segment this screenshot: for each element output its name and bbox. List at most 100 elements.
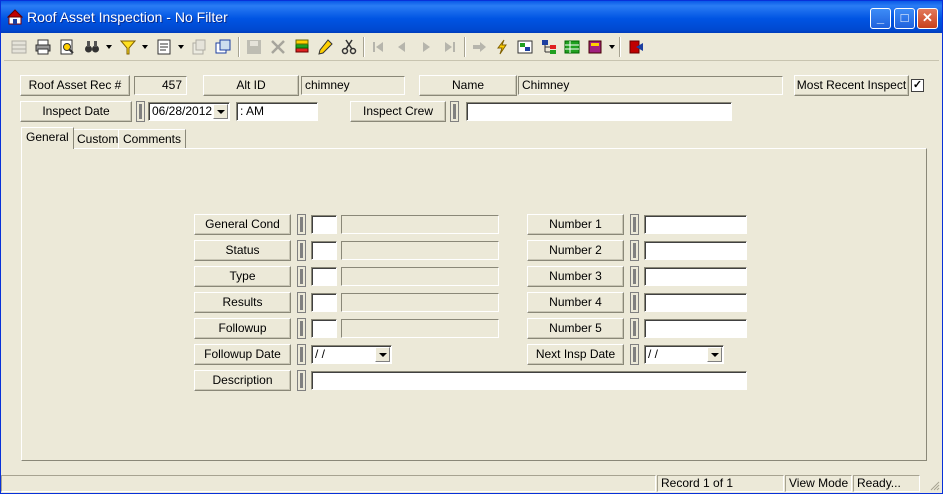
tab-general[interactable]: General [21,127,74,149]
status-record-count: Record 1 of 1 [657,475,784,492]
name-label[interactable]: Name [419,75,517,96]
date-dropdown-icon[interactable] [213,104,228,119]
hierarchy-icon[interactable] [538,36,560,58]
number-4-label[interactable]: Number 4 [527,292,624,313]
attach-icon[interactable] [188,36,210,58]
number-1-label[interactable]: Number 1 [527,214,624,235]
search-dropdown-icon[interactable] [106,44,112,50]
name-value: Chimney [518,76,783,95]
next-insp-date-indicator[interactable] [630,344,639,365]
number-3-indicator[interactable] [630,266,639,287]
status-indicator[interactable] [297,240,306,261]
followup-label[interactable]: Followup [194,318,291,339]
number-1-field[interactable] [644,215,747,234]
report-icon[interactable] [153,36,175,58]
inspect-crew-field[interactable] [466,102,732,121]
number-4-indicator[interactable] [630,292,639,313]
number-5-field[interactable] [644,319,747,338]
first-record-icon[interactable] [367,36,389,58]
title-bar[interactable]: Roof Asset Inspection - No Filter _ □ ✕ [1,1,942,33]
altid-label[interactable]: Alt ID [203,75,299,96]
window-title: Roof Asset Inspection - No Filter [27,9,228,25]
number-3-field[interactable] [644,267,747,286]
description-indicator[interactable] [297,370,306,391]
results-code-field[interactable] [311,293,337,312]
general-cond-indicator[interactable] [297,214,306,235]
most-recent-checkbox[interactable]: ✓ [911,79,924,92]
followup-code-field[interactable] [311,319,337,338]
inspect-date-label[interactable]: Inspect Date [20,101,132,122]
number-2-field[interactable] [644,241,747,260]
number-5-indicator[interactable] [630,318,639,339]
filter-icon[interactable] [117,36,139,58]
house-app-icon [7,9,23,25]
results-desc-field [341,293,499,312]
tab-custom[interactable]: Custom [72,129,124,149]
cut-scissors-icon[interactable] [338,36,360,58]
toolbar-separator [238,37,240,57]
stack-records-icon[interactable] [291,36,313,58]
followup-date-label[interactable]: Followup Date [194,344,291,365]
number-4-field[interactable] [644,293,747,312]
toolbar-separator [363,37,365,57]
search-binoculars-icon[interactable] [81,36,103,58]
next-insp-date-field[interactable]: / / [644,345,724,364]
number-3-label[interactable]: Number 3 [527,266,624,287]
followup-date-indicator[interactable] [297,344,306,365]
minimize-button[interactable]: _ [870,8,891,29]
altid-value: chimney [301,76,405,95]
inspect-date-indicator[interactable] [136,101,145,122]
toolbar-separator [464,37,466,57]
maximize-button[interactable]: □ [894,8,915,29]
general-cond-label[interactable]: General Cond [194,214,291,235]
cancel-edit-icon[interactable] [267,36,289,58]
copy-window-icon[interactable] [212,36,234,58]
general-cond-code-field[interactable] [311,215,337,234]
status-label[interactable]: Status [194,240,291,261]
next-insp-date-dropdown-icon[interactable] [707,347,722,362]
grid-view-icon[interactable] [8,36,30,58]
tab-comments[interactable]: Comments [118,129,187,149]
save-icon[interactable] [243,36,265,58]
edit-pencil-icon[interactable] [314,36,336,58]
inspect-crew-label[interactable]: Inspect Crew [350,101,446,122]
spreadsheet-icon[interactable] [561,36,583,58]
previous-record-icon[interactable] [391,36,413,58]
book-dropdown-icon[interactable] [609,44,615,50]
followup-date-field[interactable]: / / [311,345,392,364]
book-icon[interactable] [584,36,606,58]
followup-indicator[interactable] [297,318,306,339]
resize-grip-icon[interactable] [928,479,940,491]
lightning-icon[interactable] [491,36,513,58]
type-code-field[interactable] [311,267,337,286]
rec-label[interactable]: Roof Asset Rec # [20,75,130,96]
goto-arrow-icon[interactable] [468,36,490,58]
map-view-icon[interactable] [514,36,536,58]
type-indicator[interactable] [297,266,306,287]
print-icon[interactable] [32,36,54,58]
results-indicator[interactable] [297,292,306,313]
followup-date-dropdown-icon[interactable] [375,347,390,362]
number-1-indicator[interactable] [630,214,639,235]
last-record-icon[interactable] [439,36,461,58]
number-2-indicator[interactable] [630,240,639,261]
description-field[interactable] [311,371,747,390]
next-record-icon[interactable] [415,36,437,58]
type-label[interactable]: Type [194,266,291,287]
number-2-label[interactable]: Number 2 [527,240,624,261]
inspect-date-value: 06/28/2012 [152,104,213,118]
next-insp-date-label[interactable]: Next Insp Date [527,344,624,365]
print-preview-icon[interactable] [56,36,78,58]
number-5-label[interactable]: Number 5 [527,318,624,339]
exit-icon[interactable] [625,36,647,58]
inspect-time-field[interactable]: : AM [236,102,318,121]
description-label[interactable]: Description [194,370,291,391]
inspect-date-field[interactable]: 06/28/2012 [148,102,230,121]
inspect-crew-indicator[interactable] [450,101,459,122]
close-button[interactable]: ✕ [917,8,938,29]
status-code-field[interactable] [311,241,337,260]
report-dropdown-icon[interactable] [178,44,184,50]
results-label[interactable]: Results [194,292,291,313]
filter-dropdown-icon[interactable] [142,44,148,50]
most-recent-label[interactable]: Most Recent Inspect [794,75,909,96]
